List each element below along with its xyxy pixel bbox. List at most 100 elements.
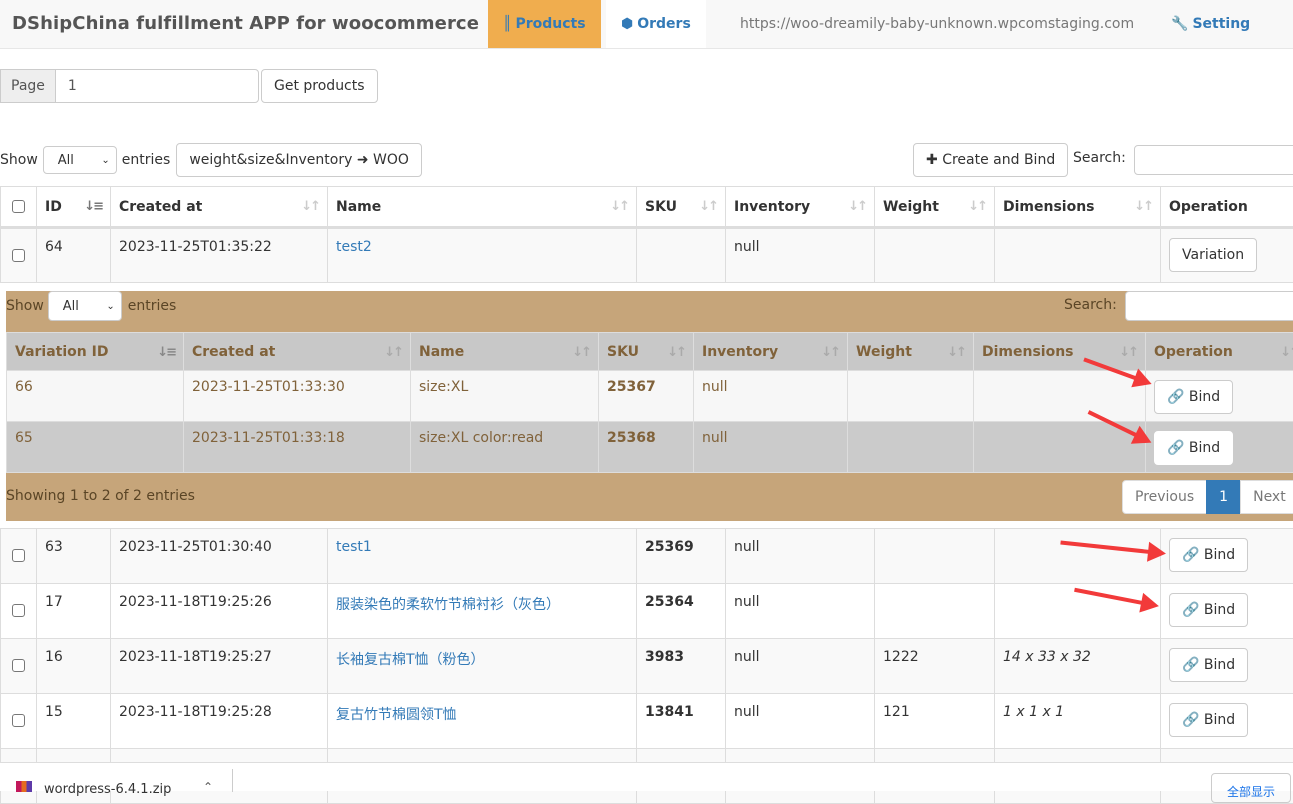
col-weight-label: Weight xyxy=(883,199,939,215)
cell-sku: 25364 xyxy=(637,584,726,639)
tab-orders-label: Orders xyxy=(637,16,691,32)
col-id[interactable]: ID ↓≡ xyxy=(37,187,111,228)
col-sku[interactable]: SKU ↓↑ xyxy=(637,187,726,228)
bind-label: Bind xyxy=(1189,389,1220,405)
bind-button[interactable]: 🔗 Bind xyxy=(1154,431,1233,465)
product-name-link[interactable]: 服装染色的柔软竹节棉衬衫（灰色） xyxy=(336,597,560,613)
create-and-bind-label: Create and Bind xyxy=(942,152,1055,168)
row-select-cell xyxy=(1,584,37,639)
select-all-cell xyxy=(1,187,37,228)
select-all-checkbox[interactable] xyxy=(12,200,25,213)
bind-button[interactable]: 🔗 Bind xyxy=(1154,380,1233,414)
variation-entries-label: entries xyxy=(128,298,177,314)
row-checkbox[interactable] xyxy=(12,659,25,672)
tab-products[interactable]: ║Products xyxy=(488,0,601,48)
bind-button[interactable]: 🔗 Bind xyxy=(1169,538,1248,572)
col-inventory[interactable]: Inventory↓↑ xyxy=(726,187,875,228)
cell-id: 17 xyxy=(37,584,111,639)
cell-created: 2023-11-25T01:33:30 xyxy=(184,371,411,422)
bind-label: Bind xyxy=(1204,712,1235,728)
col-dimensions[interactable]: Dimensions↓↑ xyxy=(995,187,1161,228)
variation-row: 65 2023-11-25T01:33:18 size:XL color:rea… xyxy=(7,422,1293,473)
search-input[interactable] xyxy=(1134,145,1293,175)
product-name-link[interactable]: test1 xyxy=(336,539,372,555)
cell-operation: 🔗 Bind xyxy=(1161,529,1293,584)
col-inventory[interactable]: Inventory↓↑ xyxy=(694,333,848,371)
page-1-button[interactable]: 1 xyxy=(1206,480,1241,514)
page-addon-label: Page xyxy=(0,69,55,103)
cell-created: 2023-11-18T19:25:26 xyxy=(111,584,328,639)
sort-icon: ↓↑ xyxy=(572,345,590,360)
col-name-label: Name xyxy=(336,199,381,215)
col-name[interactable]: Name↓↑ xyxy=(411,333,599,371)
row-checkbox[interactable] xyxy=(12,249,25,262)
sort-icon: ↓↑ xyxy=(1119,345,1137,360)
link-icon: 🔗 xyxy=(1182,657,1199,673)
col-sku-label: SKU xyxy=(645,199,677,215)
cell-created: 2023-11-25T01:30:40 xyxy=(111,529,328,584)
product-name-link[interactable]: 长袖复古棉T恤（粉色） xyxy=(336,652,485,668)
show-label: Show xyxy=(0,152,38,168)
cell-created: 2023-11-18T19:25:28 xyxy=(111,694,328,749)
setting-link[interactable]: 🔧Setting xyxy=(1171,0,1250,48)
bind-button[interactable]: 🔗 Bind xyxy=(1169,593,1248,627)
length-select-value: All xyxy=(58,153,74,168)
sort-icon: ↓↑ xyxy=(699,199,717,214)
variation-pagination: Previous 1 Next xyxy=(1123,480,1293,514)
show-all-downloads-button[interactable]: 全部显示 xyxy=(1211,773,1291,803)
sync-button-label: weight&size&Inventory xyxy=(189,152,352,168)
row-checkbox[interactable] xyxy=(12,549,25,562)
tab-orders[interactable]: ⬢Orders xyxy=(606,0,706,48)
col-operation[interactable]: Operation↓↑ xyxy=(1146,333,1293,371)
previous-button[interactable]: Previous xyxy=(1122,480,1207,514)
page-input-group: Page xyxy=(0,69,259,103)
col-label: Weight xyxy=(856,344,912,360)
col-weight[interactable]: Weight↓↑ xyxy=(848,333,974,371)
cell-operation: 🔗 Bind xyxy=(1161,639,1293,694)
col-operation[interactable]: Operation↓ xyxy=(1161,187,1293,228)
cell-weight xyxy=(875,228,995,283)
search-label: Search: xyxy=(1073,150,1126,166)
next-button[interactable]: Next xyxy=(1240,480,1293,514)
variation-search-input[interactable] xyxy=(1125,291,1293,321)
col-created-label: Created at xyxy=(119,199,202,215)
col-weight[interactable]: Weight↓↑ xyxy=(875,187,995,228)
row-checkbox[interactable] xyxy=(12,714,25,727)
col-label: Variation ID xyxy=(15,344,108,360)
product-name-link[interactable]: test2 xyxy=(336,239,372,255)
variation-info: Showing 1 to 2 of 2 entries xyxy=(6,488,195,504)
variation-length-control: Show All⌄ entries xyxy=(6,291,176,321)
app-title: DShipChina fulfillment APP for woocommer… xyxy=(12,13,479,34)
col-created[interactable]: Created at↓↑ xyxy=(184,333,411,371)
col-variation-id[interactable]: Variation ID ↓≡ xyxy=(7,333,184,371)
bind-button[interactable]: 🔗 Bind xyxy=(1169,648,1248,682)
cell-weight xyxy=(875,529,995,584)
chevron-up-icon[interactable]: ⌃ xyxy=(203,780,213,794)
col-name[interactable]: Name↓↑ xyxy=(328,187,637,228)
row-select-cell xyxy=(1,694,37,749)
product-name-link[interactable]: 复古竹节棉圆领T恤 xyxy=(336,707,457,723)
variation-length-select[interactable]: All⌄ xyxy=(48,291,122,321)
length-select[interactable]: All⌄ xyxy=(43,146,117,174)
sort-desc-icon: ↓≡ xyxy=(84,199,102,214)
col-dimensions[interactable]: Dimensions↓↑ xyxy=(974,333,1146,371)
bind-button[interactable]: 🔗 Bind xyxy=(1169,703,1248,737)
cell-inventory: null xyxy=(726,639,875,694)
get-products-button[interactable]: Get products xyxy=(261,69,378,103)
download-file-name[interactable]: wordpress-6.4.1.zip xyxy=(44,782,171,797)
cell-name: 服装染色的柔软竹节棉衬衫（灰色） xyxy=(328,584,637,639)
wrench-icon: 🔧 xyxy=(1171,0,1188,48)
page-input[interactable] xyxy=(55,69,259,103)
col-created[interactable]: Created at↓↑ xyxy=(111,187,328,228)
row-select-cell xyxy=(1,639,37,694)
sync-to-woo-button[interactable]: weight&size&Inventory ➜ WOO xyxy=(176,143,422,177)
variation-button[interactable]: Variation xyxy=(1169,238,1257,272)
row-checkbox[interactable] xyxy=(12,604,25,617)
col-id-label: ID xyxy=(45,199,62,215)
sort-icon: ↓↑ xyxy=(384,345,402,360)
cell-inventory: null xyxy=(726,584,875,639)
link-icon: 🔗 xyxy=(1182,547,1199,563)
sort-desc-icon: ↓≡ xyxy=(157,345,175,360)
create-and-bind-button[interactable]: ✚ Create and Bind xyxy=(913,143,1068,177)
col-sku[interactable]: SKU↓↑ xyxy=(599,333,694,371)
